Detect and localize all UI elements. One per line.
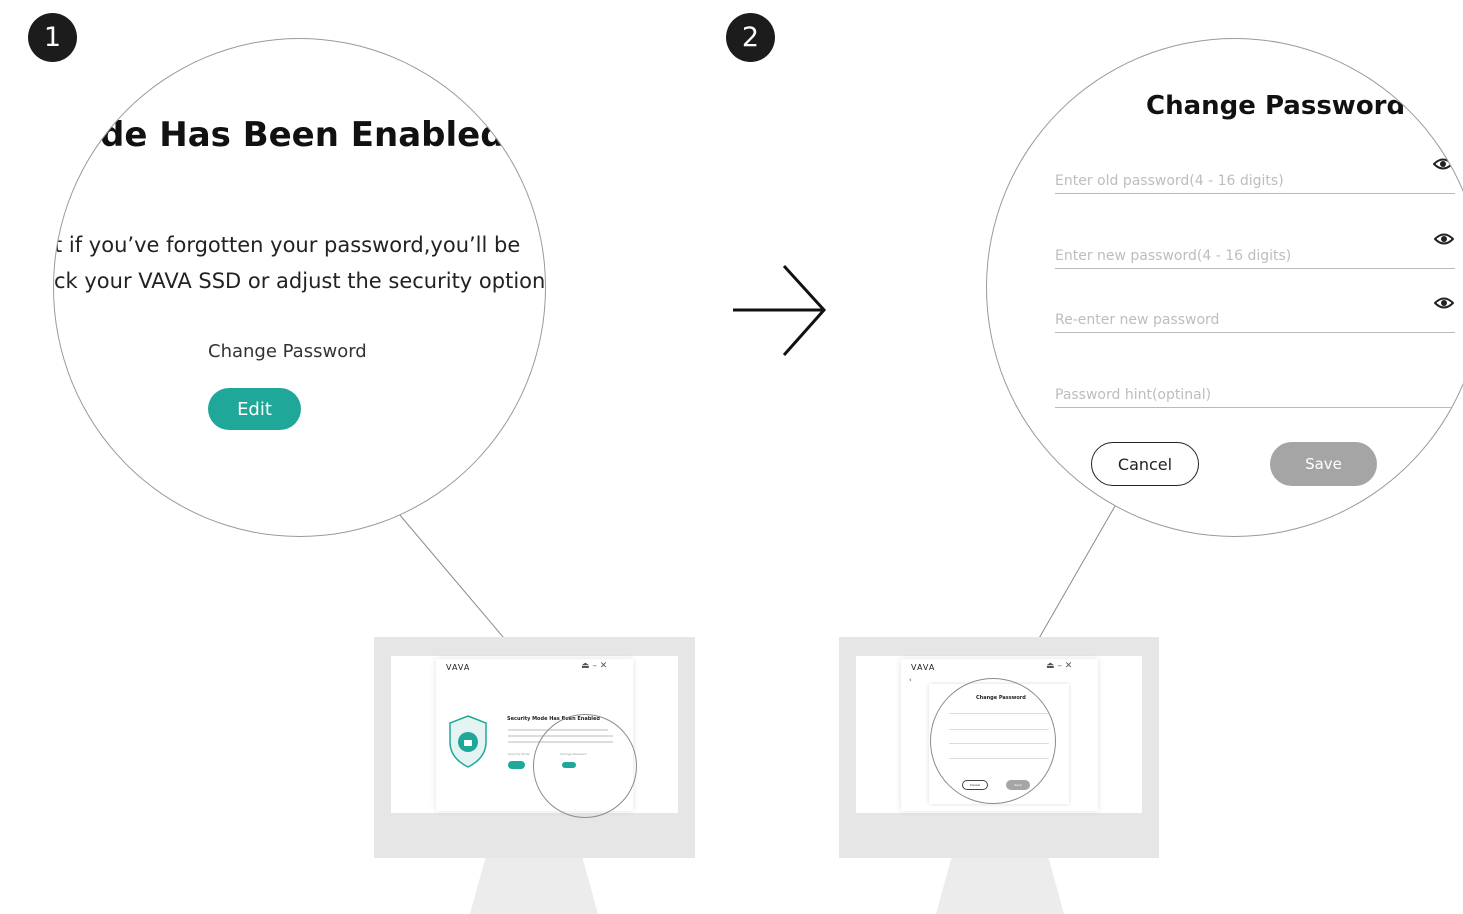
edit-button[interactable]: Edit [208,388,301,430]
change-password-label: Change Password [208,341,367,362]
cancel-button[interactable]: Cancel [1091,442,1199,486]
password-hint-field[interactable]: Password hint(optinal) [1055,377,1455,408]
zoom-circle-change-password: Change Password Enter old password(4 - 1… [986,38,1463,537]
vava-logo: VAVA [911,663,936,672]
change-password-title: Change Password [1146,91,1406,121]
monitor-1-stand [470,858,598,914]
arrow-right-icon [733,264,827,356]
step-1-badge: 1 [28,13,77,62]
zoom-indicator-1 [533,714,637,818]
security-mode-title: de Has Been Enabled [100,115,505,155]
reenter-password-input[interactable]: Re-enter new password [1055,302,1455,333]
step-2-badge: 2 [726,13,775,62]
security-mode-label: Security Mode [508,752,530,756]
old-password-input[interactable]: Enter old password(4 - 16 digits) [1055,163,1455,194]
security-desc-line1: t if you’ve forgotten your password,you’… [54,233,521,257]
save-button[interactable]: Save [1270,442,1377,486]
eye-icon[interactable] [1434,296,1454,310]
old-password-field[interactable]: Enter old password(4 - 16 digits) [1055,163,1455,194]
monitor-2-stand [936,858,1064,914]
password-hint-input[interactable]: Password hint(optinal) [1055,377,1455,408]
window-controls: ⏏ – ✕ [1046,661,1073,671]
monitor-1-screen: VAVA ⏏ – ✕ Security Mode Has Been Enable… [391,656,678,813]
vava-logo: VAVA [446,663,471,672]
step-2-number: 2 [741,22,760,53]
eye-icon[interactable] [1434,232,1454,246]
zoom-circle-security-mode: de Has Been Enabled t if you’ve forgotte… [53,38,546,537]
reenter-password-field[interactable]: Re-enter new password [1055,302,1455,333]
back-icon[interactable]: ‹ [909,676,912,684]
zoom-indicator-2 [930,678,1056,804]
new-password-field[interactable]: Enter new password(4 - 16 digits) [1055,238,1455,269]
security-desc-line2: ck your VAVA SSD or adjust the security … [54,269,546,293]
monitor-1: VAVA ⏏ – ✕ Security Mode Has Been Enable… [374,637,695,858]
new-password-input[interactable]: Enter new password(4 - 16 digits) [1055,238,1455,269]
security-mode-toggle[interactable] [508,761,525,769]
window-controls: ⏏ – ✕ [581,661,608,671]
step-1-number: 1 [43,22,62,53]
eye-icon[interactable] [1433,157,1453,171]
shield-lock-icon [449,715,487,768]
